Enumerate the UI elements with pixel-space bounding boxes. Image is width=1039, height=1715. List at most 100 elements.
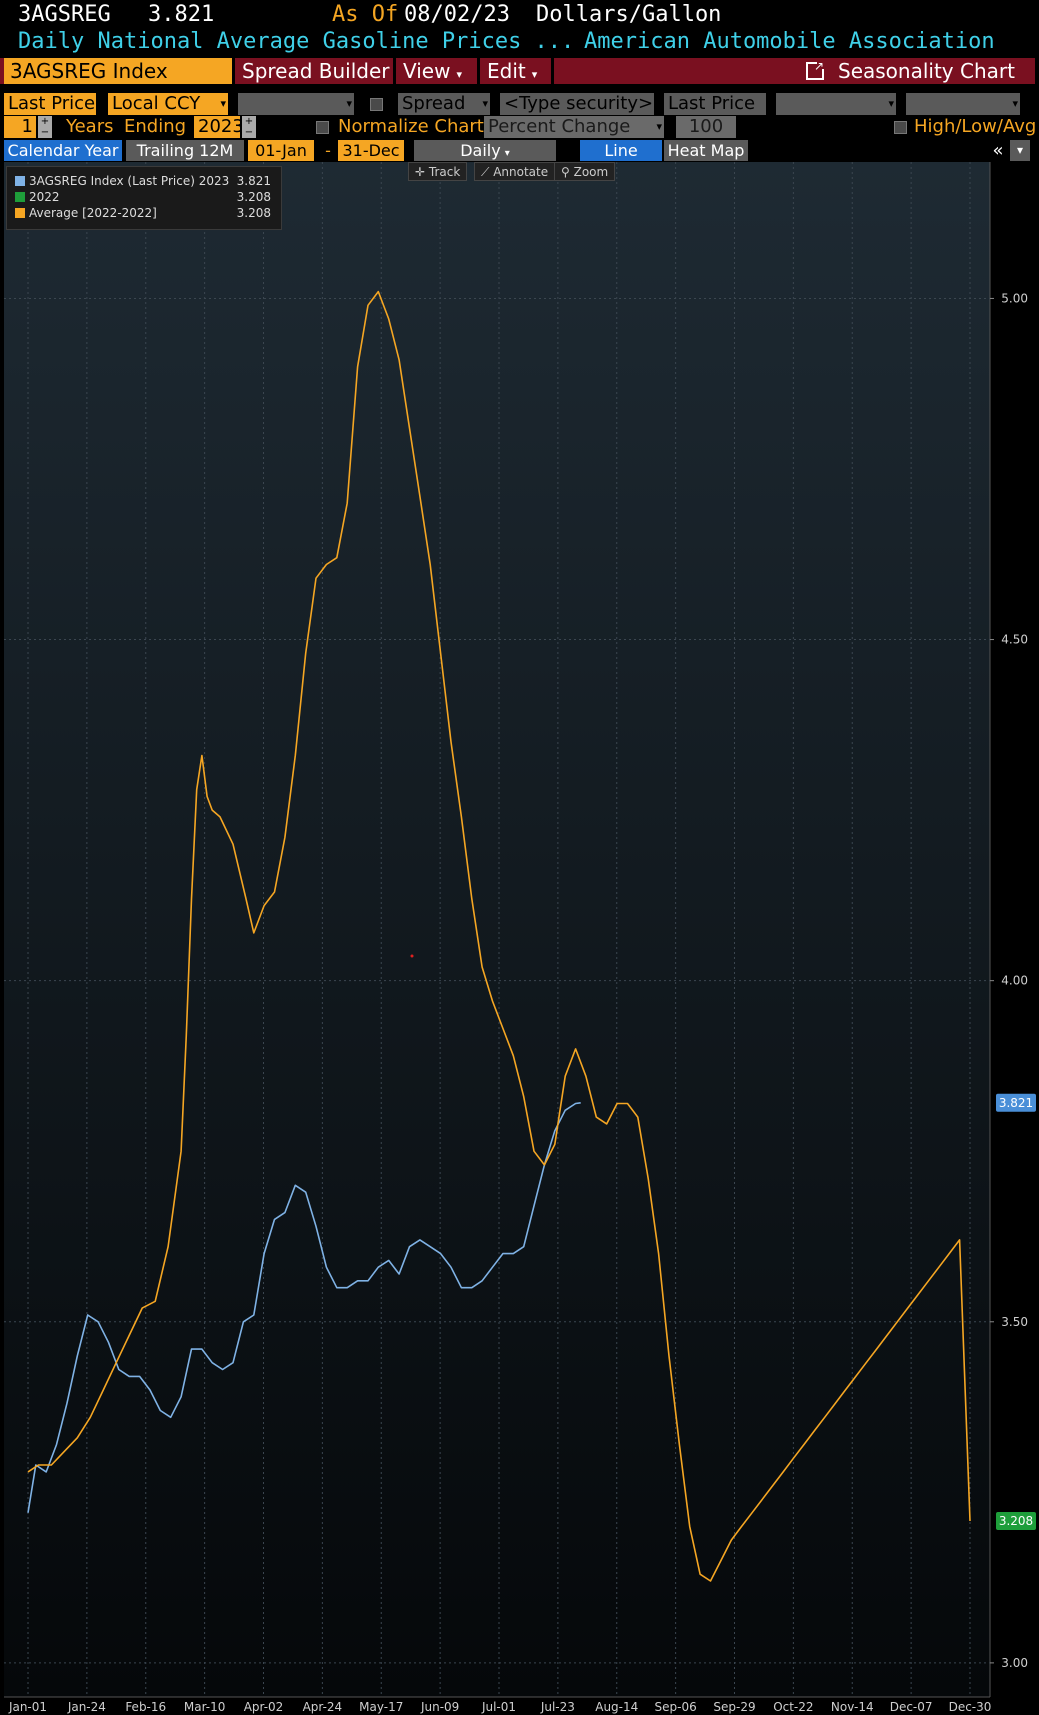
chevron-down-icon: ▾ <box>456 68 462 81</box>
legend-value: 3.208 <box>236 190 271 204</box>
dropdown-arrow-icon: ▾ <box>656 120 662 133</box>
ending-label: Ending <box>124 116 187 137</box>
plot-area <box>4 162 990 1697</box>
y-tick-label: 3.50 <box>1001 1315 1028 1329</box>
tab-line[interactable]: Line <box>580 140 662 161</box>
x-tick-label: Jul-01 <box>481 1700 516 1714</box>
years-stepper[interactable]: + − <box>38 116 52 138</box>
annotate-label: Annotate <box>493 165 549 179</box>
spread-select[interactable]: Spread ▾ <box>398 93 490 115</box>
blank-select-3[interactable]: ▾ <box>906 93 1020 115</box>
magnifier-icon: ⚲ <box>561 165 574 179</box>
field-select[interactable]: Last Price <box>4 93 96 115</box>
spread-builder-button[interactable]: Spread Builder <box>236 58 393 84</box>
as-of-date: 08/02/23 <box>404 2 510 27</box>
start-date-input[interactable]: 01-Jan <box>248 140 314 161</box>
dropdown-arrow-icon: ▾ <box>1012 97 1018 110</box>
last-value-label: 3.208 <box>999 1514 1033 1528</box>
date-range-dash: - <box>325 141 331 160</box>
x-tick-label: Oct-22 <box>773 1700 813 1714</box>
legend-entry: Average [2022-2022] 3.208 <box>15 205 277 221</box>
zoom-button[interactable]: ⚲ Zoom <box>554 162 616 181</box>
x-tick-label: Aug-14 <box>595 1700 638 1714</box>
toolbar: 3AGSREG Index Spread Builder View ▾ Edit ▾… <box>0 58 1035 84</box>
y-tick-label: 4.00 <box>1001 974 1028 988</box>
chart-type-label: Seasonality Chart <box>838 59 1015 83</box>
tab-heat-map[interactable]: Heat Map <box>664 140 748 161</box>
description-line: Daily National Average Gasoline Prices .… <box>18 28 995 56</box>
tab-calendar-year[interactable]: Calendar Year <box>4 140 122 161</box>
ticker: 3AGSREG <box>18 2 111 27</box>
track-button[interactable]: ✛ Track <box>408 162 468 181</box>
x-tick-label: Dec-30 <box>949 1700 992 1714</box>
x-tick-label: Apr-02 <box>244 1700 284 1714</box>
dropdown-arrow-icon: ▾ <box>482 97 488 110</box>
edit-menu[interactable]: Edit ▾ <box>481 58 551 84</box>
legend-label: 3AGSREG Index (Last Price) 2023 <box>29 174 230 188</box>
legend-label: 2022 <box>29 190 60 204</box>
x-tick-label: Sep-06 <box>655 1700 697 1714</box>
legend-swatch <box>15 192 25 202</box>
edit-label: Edit <box>487 59 526 83</box>
year-stepper[interactable]: + − <box>242 116 256 138</box>
dropdown-arrow-icon: ▾ <box>504 148 510 159</box>
x-tick-label: Feb-16 <box>125 1700 166 1714</box>
ending-year-input[interactable]: 2023 <box>194 116 244 138</box>
last-value-label: 3.821 <box>999 1096 1033 1110</box>
x-tick-label: Jul-23 <box>540 1700 575 1714</box>
description: Daily National Average Gasoline Prices .… <box>18 29 575 54</box>
period-select[interactable]: Daily ▾ <box>414 140 556 161</box>
legend-swatch <box>15 176 25 186</box>
x-tick-label: Dec-07 <box>890 1700 933 1714</box>
dropdown-arrow-icon: ▾ <box>346 97 352 110</box>
seasonality-chart-title[interactable]: ↗ Seasonality Chart <box>800 58 1035 84</box>
view-menu[interactable]: View ▾ <box>397 58 477 84</box>
normalize-mode-select[interactable]: Percent Change ▾ <box>484 116 664 138</box>
normalize-checkbox[interactable] <box>316 121 329 134</box>
x-tick-label: Jan-24 <box>67 1700 106 1714</box>
hla-label: High/Low/Avg <box>914 116 1037 137</box>
external-link-icon: ↗ <box>806 60 826 80</box>
period-label: Daily <box>460 141 501 160</box>
source: American Automobile Association <box>584 29 995 54</box>
pencil-icon: ⟋ <box>481 165 494 179</box>
marker-dot <box>410 954 414 958</box>
track-label: Track <box>428 165 461 179</box>
chevron-down-icon: ▾ <box>531 68 538 81</box>
tab-trailing-12m[interactable]: Trailing 12M <box>126 140 244 161</box>
blank-select-2[interactable]: ▾ <box>776 93 896 115</box>
currency-select[interactable]: Local CCY ▾ <box>108 93 228 115</box>
y-tick-label: 3.00 <box>1001 1656 1028 1670</box>
units: Dollars/Gallon <box>536 2 722 27</box>
x-tick-label: Jan-01 <box>8 1700 47 1714</box>
x-tick-label: Jun-09 <box>420 1700 459 1714</box>
seasonality-chart: Jan-01 Jan-24 Feb-16 Mar-10 Apr-02 Apr-24 May-… <box>4 162 1036 1714</box>
years-input[interactable]: 1 <box>4 116 36 138</box>
end-date-input[interactable]: 31-Dec <box>338 140 404 161</box>
currency-label: Local CCY <box>112 93 201 114</box>
years-label: Years <box>66 116 114 137</box>
legend-label: Average [2022-2022] <box>29 206 157 220</box>
security-input[interactable]: <Type security> <box>500 93 654 115</box>
dropdown-arrow-icon: ▾ <box>220 97 226 110</box>
x-tick-label: Apr-24 <box>303 1700 343 1714</box>
annotate-button[interactable]: ⟋ Annotate <box>474 162 556 181</box>
x-tick-label: Nov-14 <box>831 1700 874 1714</box>
chart-menu-icon[interactable]: ▾ <box>1010 140 1030 161</box>
hla-checkbox[interactable] <box>894 121 907 134</box>
legend-entry: 3AGSREG Index (Last Price) 2023 3.821 <box>15 173 277 189</box>
zoom-label: Zoom <box>573 165 609 179</box>
spread-checkbox[interactable] <box>370 98 383 111</box>
collapse-button[interactable]: « <box>988 140 1008 161</box>
y-tick-label: 5.00 <box>1001 291 1028 305</box>
security-field[interactable]: 3AGSREG Index <box>4 58 232 84</box>
blank-select-1[interactable]: ▾ <box>238 93 354 115</box>
chart-legend: 3AGSREG Index (Last Price) 2023 3.821 202… <box>6 166 282 230</box>
dropdown-arrow-icon: ▾ <box>888 97 894 110</box>
as-of-label: As Of <box>332 2 399 27</box>
x-tick-label: Sep-29 <box>713 1700 755 1714</box>
normalize-base-input[interactable]: 100 <box>676 116 736 138</box>
view-label: View <box>403 59 451 83</box>
field2-select[interactable]: Last Price <box>664 93 766 115</box>
crosshair-icon: ✛ <box>415 165 429 179</box>
